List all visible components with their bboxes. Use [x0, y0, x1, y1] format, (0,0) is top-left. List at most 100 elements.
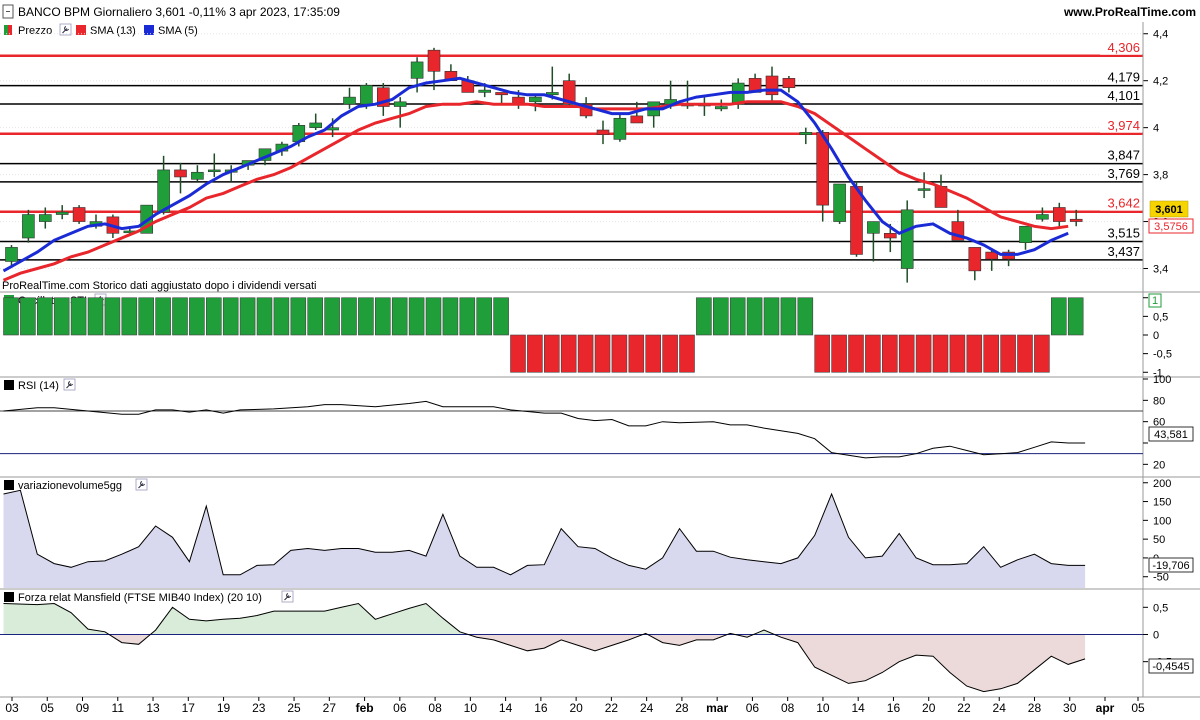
sti-bar-positive [797, 297, 814, 336]
level-label: 3,769 [1107, 166, 1140, 181]
sti-bar-negative [645, 334, 662, 373]
candle-body [1019, 225, 1032, 243]
time-tick-label: 22 [605, 701, 619, 715]
candle-body [309, 122, 323, 128]
time-tick-label: 14 [499, 701, 513, 715]
sti-tick-label: 0,5 [1153, 311, 1168, 323]
level-label: 3,974 [1107, 118, 1140, 133]
volume-tick-label: 200 [1153, 478, 1171, 490]
sti-bar-positive [206, 297, 222, 336]
candle-body [883, 233, 897, 239]
sti-bar-positive [408, 297, 425, 336]
sti-bar-positive [256, 297, 273, 336]
level-label: 3,515 [1107, 226, 1140, 241]
time-tick-label: 05 [41, 701, 55, 715]
sti-bar-positive [104, 297, 121, 336]
candle-body [410, 61, 424, 79]
mansfield-last-value: -0,4545 [1152, 661, 1189, 673]
sti-tick-label: -0,5 [1153, 349, 1172, 361]
sti-bar-negative [814, 334, 831, 373]
sti-bar-positive [70, 297, 87, 336]
candle-body [833, 183, 846, 222]
price-legend: Prezzo SMA (13) SMA (5) [4, 23, 198, 37]
sma13-price-tag: 3,5756 [1148, 218, 1194, 234]
mansfield-tick-label: 0 [1153, 629, 1159, 641]
sti-bar-positive [53, 297, 70, 336]
candle-body [1053, 207, 1066, 222]
sti-bar-positive [729, 297, 746, 336]
rsi-title[interactable]: RSI (14) [18, 380, 59, 392]
sti-bar-negative [679, 334, 695, 373]
sti-bar-positive [442, 297, 459, 336]
price-tick-label: 4,2 [1153, 76, 1168, 88]
rsi-tick-label: 80 [1153, 395, 1165, 407]
candle-body [867, 221, 880, 234]
mansfield-title[interactable]: Forza relat Mansfield (FTSE MIB40 Index)… [18, 592, 262, 604]
time-tick-label: 19 [217, 701, 231, 715]
volume-tick-label: 100 [1153, 515, 1171, 527]
price-tick-label: 4 [1153, 123, 1159, 135]
candle-body [714, 106, 728, 110]
candle-body [427, 49, 441, 72]
time-tick-label: 09 [76, 701, 90, 715]
sti-bar-positive [273, 297, 290, 336]
price-tick-label: 3,8 [1153, 170, 1168, 182]
sti-bar-positive [138, 297, 154, 336]
time-tick-label: 06 [393, 701, 407, 715]
wrench-icon[interactable] [135, 478, 148, 491]
candle-body [1069, 218, 1083, 222]
legend-prezzo[interactable]: Prezzo [18, 25, 52, 37]
price-tick-label: 3,4 [1153, 264, 1168, 276]
sti-bar-positive [189, 297, 205, 336]
time-tick-label: 08 [428, 701, 442, 715]
legend-sma5[interactable]: SMA (5) [158, 25, 198, 37]
candle-body [38, 214, 52, 222]
time-tick-label: 17 [182, 701, 196, 715]
sti-bar-negative [662, 334, 678, 373]
sti-bar-positive [391, 297, 408, 336]
sti-bar-negative [527, 334, 543, 373]
time-tick-label: 16 [534, 701, 548, 715]
wrench-icon[interactable] [63, 378, 76, 391]
time-tick-label: 10 [816, 701, 830, 715]
candle-body [613, 117, 627, 140]
candle-body [495, 92, 508, 96]
sti-bar-negative [1034, 334, 1050, 373]
sti-bar-negative [848, 334, 864, 373]
rsi-last-value: 43,581 [1154, 429, 1188, 441]
rsi-tick-label: 100 [1153, 374, 1171, 386]
candle-body [917, 188, 931, 191]
candle-body [529, 96, 542, 103]
volume-title[interactable]: variazionevolume5gg [18, 480, 122, 492]
sti-bar-positive [239, 297, 256, 336]
time-tick-label: 24 [640, 701, 654, 715]
level-label: 3,847 [1107, 148, 1140, 163]
chart-area: BANCO BPM Giornaliero 3,601 -0,11% 3 apr… [0, 0, 1200, 720]
time-tick-label: mar [706, 701, 728, 715]
sti-bar-negative [560, 334, 577, 373]
volume-square-icon [4, 480, 14, 490]
level-label: 4,306 [1107, 40, 1140, 55]
candle-body [360, 85, 373, 105]
sti-bar-negative [628, 334, 645, 373]
wrench-icon[interactable] [281, 590, 294, 603]
sti-bar-negative [865, 334, 881, 373]
time-tick-label: 13 [146, 701, 160, 715]
candle-body [22, 214, 35, 239]
sti-bar-positive [172, 297, 188, 336]
time-tick-label: 14 [852, 701, 866, 715]
candle-body [799, 132, 813, 135]
time-tick-label: 23 [252, 701, 266, 715]
time-tick-label: 05 [1131, 701, 1145, 715]
adjusted-data-note: ProRealTime.com Storico dati aggiustato … [2, 280, 316, 292]
candle-body [765, 75, 779, 96]
sti-bar-negative [611, 334, 628, 373]
sti-bar-positive [324, 297, 340, 336]
sti-bar-negative [831, 334, 847, 373]
candle-body [393, 101, 407, 107]
site-url[interactable]: www.ProRealTime.com [1063, 5, 1196, 19]
legend-sma13[interactable]: SMA (13) [90, 25, 136, 37]
sti-bar-positive [1051, 297, 1067, 336]
sti-bar-positive [307, 297, 324, 336]
sma13-value: 3,5756 [1154, 221, 1188, 233]
